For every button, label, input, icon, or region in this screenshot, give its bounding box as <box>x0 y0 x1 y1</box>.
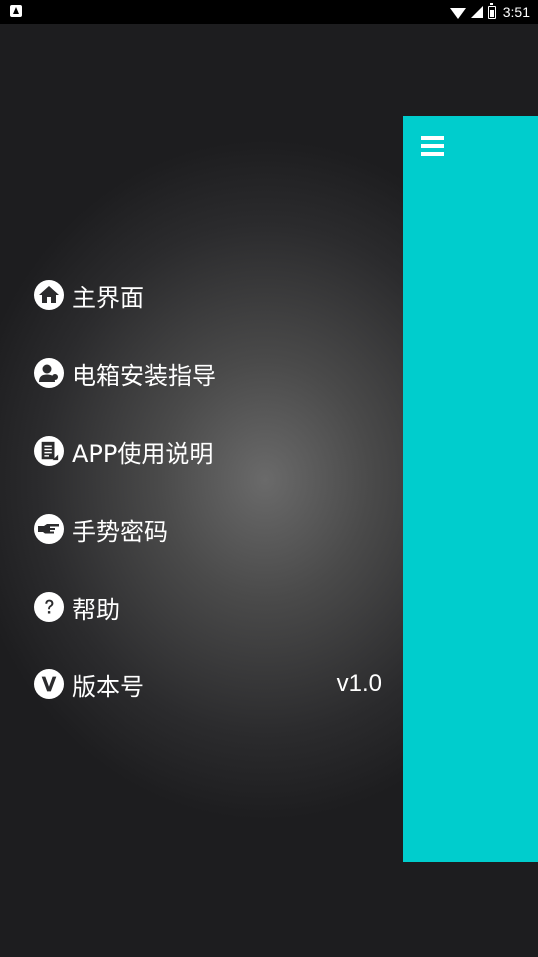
letter-v-icon <box>34 669 64 699</box>
app-screen: 3:51 主界面 电箱安装指导 APP使用说明 手势密码 帮助 版本号 v1.0 <box>0 0 538 957</box>
version-value: v1.0 <box>336 670 382 697</box>
document-icon <box>34 436 64 466</box>
hamburger-line <box>421 144 444 148</box>
menu-item-home[interactable]: 主界面 <box>34 275 384 315</box>
hamburger-line <box>421 152 444 156</box>
menu-item-label: 电箱安装指导 <box>72 361 216 390</box>
menu-item-label: 帮助 <box>72 595 120 624</box>
menu-item-app-manual[interactable]: APP使用说明 <box>34 431 384 471</box>
status-icons: 3:51 <box>449 2 530 22</box>
hamburger-menu-icon <box>421 136 444 140</box>
menu-item-label: 版本号 <box>72 672 144 701</box>
menu-item-installation-guide[interactable]: 电箱安装指导 <box>34 353 384 393</box>
home-icon <box>34 280 64 310</box>
notification-app-icon <box>10 5 22 17</box>
cellular-signal-icon <box>470 6 483 18</box>
menu-item-label: 主界面 <box>72 283 144 312</box>
battery-icon <box>487 2 496 19</box>
menu-item-gesture-password[interactable]: 手势密码 <box>34 509 384 549</box>
main-content-panel[interactable] <box>403 116 538 862</box>
wifi-icon <box>449 7 466 19</box>
menu-item-version[interactable]: 版本号 v1.0 <box>34 664 384 704</box>
question-mark-icon <box>34 592 64 622</box>
menu-toggle-button[interactable] <box>421 134 445 158</box>
menu-item-help[interactable]: 帮助 <box>34 587 384 627</box>
menu-item-label: 手势密码 <box>72 517 168 546</box>
menu-item-label: APP使用说明 <box>72 439 214 468</box>
status-bar: 3:51 <box>0 0 538 24</box>
pointing-hand-icon <box>34 514 64 544</box>
person-icon <box>34 358 64 388</box>
status-clock: 3:51 <box>502 4 530 20</box>
